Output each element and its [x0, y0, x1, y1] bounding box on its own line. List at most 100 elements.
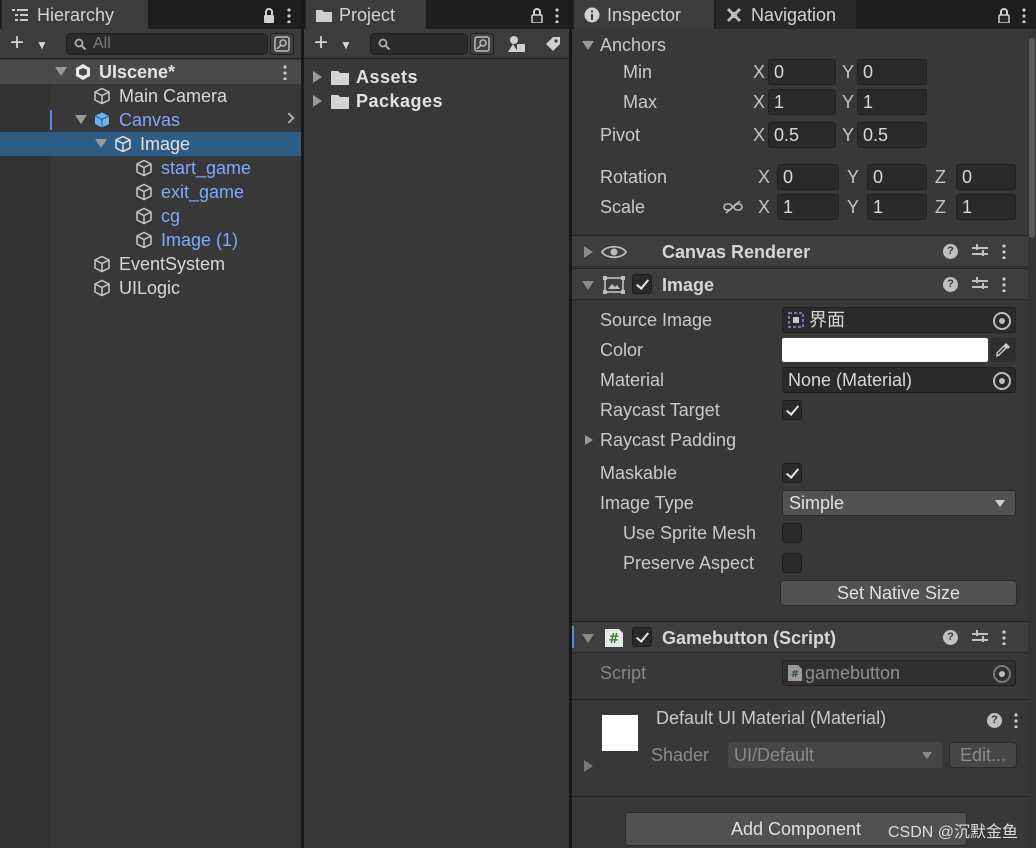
hierarchy-item-canvas[interactable]: Canvas [0, 108, 301, 132]
expand-arrow-icon[interactable] [313, 71, 322, 83]
more-options-icon[interactable] [287, 7, 291, 23]
hierarchy-item-exit-game[interactable]: exit_game [0, 180, 301, 204]
gamebutton-component-header[interactable]: # Gamebutton (Script) ? [572, 621, 1028, 653]
hierarchy-item-eventsystem[interactable]: EventSystem [0, 252, 301, 276]
hierarchy-item-image-1[interactable]: Image (1) [0, 228, 301, 252]
scene-visibility-button[interactable] [270, 33, 294, 55]
collapse-arrow-icon[interactable] [585, 435, 593, 445]
label-tag-icon[interactable] [544, 35, 562, 53]
gamebutton-enabled-checkbox[interactable] [632, 627, 652, 647]
hierarchy-item-start-game[interactable]: start_game [0, 156, 301, 180]
pivot-y-field[interactable]: 0.5 [857, 122, 927, 148]
lock-icon[interactable] [998, 7, 1010, 23]
presets-icon[interactable] [972, 244, 988, 258]
anchors-min-y-field[interactable]: 0 [857, 59, 927, 85]
help-icon[interactable]: ? [943, 243, 958, 259]
expand-arrow-icon[interactable] [55, 67, 67, 76]
scale-x-field[interactable]: 1 [777, 194, 839, 220]
help-icon[interactable]: ? [943, 276, 958, 292]
scale-z-field[interactable]: 1 [956, 194, 1016, 220]
hierarchy-item-main-camera[interactable]: Main Camera [0, 84, 301, 108]
scene-options-icon[interactable] [283, 64, 287, 80]
expand-arrow-icon[interactable] [313, 95, 322, 107]
more-options-icon[interactable] [1022, 7, 1026, 23]
anchors-max-y-value: 1 [863, 92, 874, 112]
help-icon[interactable]: ? [987, 712, 1002, 728]
scale-y-field[interactable]: 1 [867, 194, 927, 220]
material-field[interactable]: None (Material) [782, 367, 1016, 393]
expand-arrow-icon[interactable] [582, 41, 594, 50]
maskable-checkbox[interactable] [782, 463, 802, 483]
rotation-y-field[interactable]: 0 [867, 164, 927, 190]
help-icon[interactable]: ? [943, 629, 958, 645]
asset-types-icon[interactable] [507, 34, 527, 54]
set-native-size-button[interactable]: Set Native Size [780, 580, 1017, 606]
eyedropper-button[interactable] [990, 338, 1016, 362]
component-menu-icon[interactable] [1002, 276, 1006, 292]
project-search-input[interactable] [370, 33, 468, 55]
more-options-icon[interactable] [555, 7, 559, 23]
component-menu-icon[interactable] [1002, 243, 1006, 259]
source-image-label: Source Image [600, 310, 713, 330]
tab-navigation[interactable]: Navigation [716, 0, 856, 29]
project-folder-packages[interactable]: Packages [304, 89, 569, 113]
rotation-z-field[interactable]: 0 [956, 164, 1016, 190]
chevron-right-icon[interactable] [283, 112, 295, 124]
collapse-arrow-icon[interactable] [584, 246, 593, 258]
expand-arrow-icon[interactable] [75, 115, 87, 124]
presets-icon[interactable] [972, 630, 988, 644]
project-folder-assets[interactable]: Assets [304, 65, 569, 89]
material-menu-icon[interactable] [1014, 712, 1018, 728]
color-swatch[interactable] [782, 338, 988, 362]
anchors-max-x-field[interactable]: 1 [768, 89, 836, 115]
hierarchy-item-image[interactable]: Image [0, 132, 301, 156]
hierarchy-search-input[interactable]: All [66, 33, 268, 55]
item-label: cg [161, 206, 181, 226]
search-by-type-button[interactable] [470, 33, 494, 55]
tab-project[interactable]: Project [306, 0, 426, 29]
hierarchy-item-uilogic[interactable]: UILogic [0, 276, 301, 300]
eyedropper-icon [996, 342, 1011, 358]
image-component-icon [603, 276, 625, 294]
create-asset-button[interactable]: + ▼ [314, 31, 354, 55]
anchors-max-y-field[interactable]: 1 [857, 89, 927, 115]
image-type-dropdown[interactable]: Simple [782, 490, 1016, 516]
hierarchy-item-cg[interactable]: cg [0, 204, 301, 228]
scene-row[interactable]: UIscene* [0, 60, 301, 84]
expand-arrow-icon[interactable] [95, 139, 107, 148]
shader-dropdown: UI/Default [728, 742, 942, 768]
inspector-tabbar: Inspector Navigation [572, 0, 1036, 29]
object-picker-icon[interactable] [993, 312, 1011, 330]
presets-icon[interactable] [972, 277, 988, 291]
expand-arrow-icon[interactable] [582, 634, 594, 643]
image-component-header[interactable]: Image ? [572, 268, 1028, 300]
component-menu-icon[interactable] [1002, 629, 1006, 645]
canvas-renderer-header[interactable]: Canvas Renderer ? [572, 235, 1028, 267]
lock-icon[interactable] [263, 7, 275, 23]
preserve-aspect-checkbox[interactable] [782, 553, 802, 573]
shader-value: UI/Default [734, 745, 815, 765]
lock-icon[interactable] [531, 7, 543, 23]
tab-inspector-label: Inspector [607, 5, 682, 25]
raycast-target-checkbox[interactable] [782, 400, 802, 420]
item-label: UILogic [119, 278, 181, 298]
raycast-padding-row[interactable]: Raycast Padding [572, 425, 1036, 455]
anchors-foldout[interactable]: Anchors [572, 30, 1036, 60]
source-image-field[interactable]: 界面 [782, 307, 1016, 333]
object-picker-icon[interactable] [993, 372, 1011, 390]
shader-edit-button[interactable]: Edit... [949, 742, 1017, 768]
create-button[interactable]: + ▼ [10, 31, 50, 55]
image-enabled-checkbox[interactable] [632, 274, 652, 294]
pivot-x-field[interactable]: 0.5 [768, 122, 836, 148]
use-sprite-mesh-checkbox[interactable] [782, 523, 802, 543]
rotation-x-field[interactable]: 0 [777, 164, 839, 190]
info-icon [584, 7, 600, 23]
gameobject-icon [136, 183, 152, 201]
collapse-arrow-icon[interactable] [584, 760, 593, 772]
anchors-min-x-field[interactable]: 0 [768, 59, 836, 85]
expand-arrow-icon[interactable] [582, 281, 594, 290]
constrain-proportions-icon[interactable] [723, 200, 743, 214]
tab-inspector[interactable]: Inspector [574, 0, 714, 29]
canvas-renderer-title: Canvas Renderer [662, 242, 811, 262]
tab-hierarchy[interactable]: Hierarchy [2, 0, 148, 29]
